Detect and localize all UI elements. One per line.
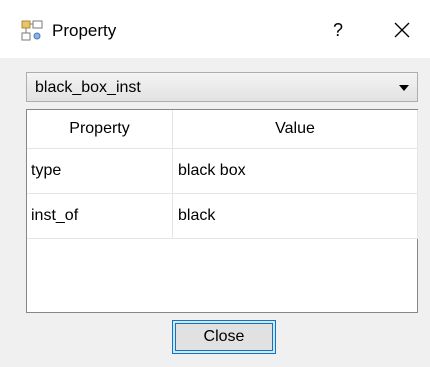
property-dialog: Property ? black_box_inst Property Value… <box>0 0 430 367</box>
property-cell[interactable]: inst_of <box>27 193 173 239</box>
window-title: Property <box>52 21 117 40</box>
value-cell[interactable]: black box <box>172 148 418 194</box>
dropdown-arrow-icon <box>399 85 409 91</box>
property-tree-icon <box>21 20 43 41</box>
instance-select[interactable]: black_box_inst <box>26 72 418 102</box>
value-cell[interactable]: black <box>172 193 418 239</box>
close-button[interactable]: Close <box>172 320 276 354</box>
table-header-row: Property Value <box>27 110 418 149</box>
column-header-property[interactable]: Property <box>27 110 173 149</box>
table-row[interactable]: type black box <box>27 148 418 194</box>
instance-select-value: black_box_inst <box>35 79 141 96</box>
table-row[interactable]: inst_of black <box>27 193 418 239</box>
close-button-label: Close <box>175 323 273 351</box>
close-icon[interactable] <box>384 14 420 46</box>
property-cell[interactable]: type <box>27 148 173 194</box>
title-bar: Property ? <box>0 0 430 58</box>
help-button[interactable]: ? <box>322 14 354 46</box>
property-table: Property Value type black box inst_of bl… <box>26 109 418 313</box>
column-header-value[interactable]: Value <box>172 110 418 149</box>
